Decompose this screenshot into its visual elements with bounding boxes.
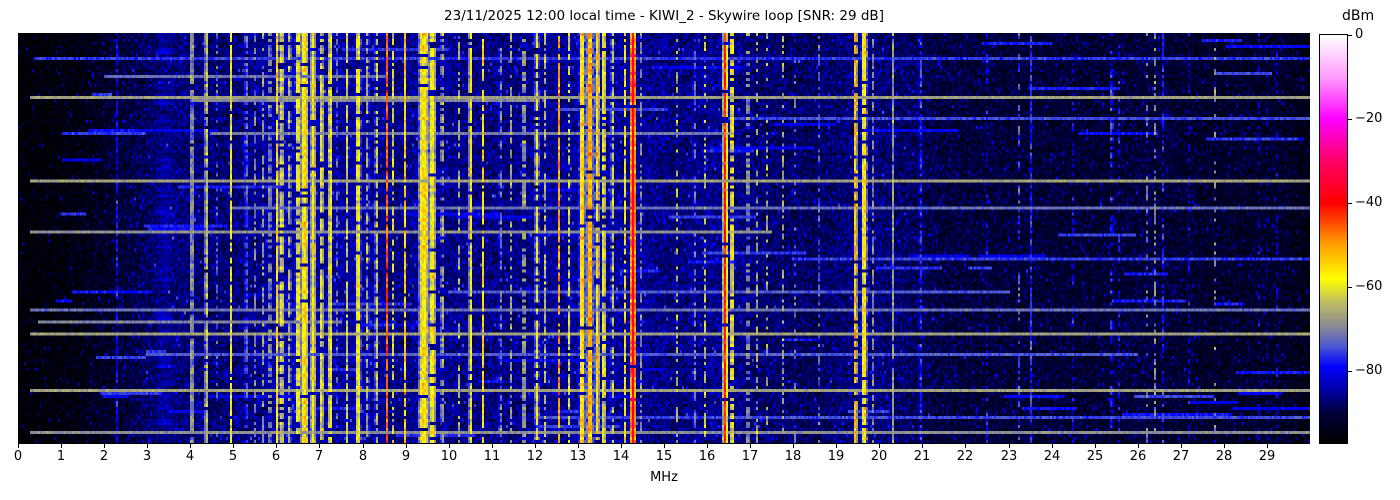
x-tick-label: 29 xyxy=(1258,449,1276,464)
x-tick-label: 1 xyxy=(56,449,66,464)
x-tick-mark xyxy=(921,444,923,448)
x-tick-mark xyxy=(1094,444,1096,448)
x-tick-mark xyxy=(146,444,148,448)
colorbar-tick-mark xyxy=(1348,202,1352,204)
x-tick-label: 17 xyxy=(741,449,759,464)
x-tick-mark xyxy=(491,444,493,448)
colorbar-frame xyxy=(1319,34,1348,444)
x-tick-label: 13 xyxy=(569,449,587,464)
x-tick-label: 11 xyxy=(483,449,501,464)
x-tick-label: 6 xyxy=(271,449,281,464)
x-tick-label: 27 xyxy=(1172,449,1190,464)
colorbar-gradient xyxy=(1320,35,1347,443)
x-tick-mark xyxy=(448,444,450,448)
spectrogram-canvas xyxy=(18,33,1310,443)
x-tick-mark xyxy=(17,444,19,448)
x-tick-label: 2 xyxy=(99,449,109,464)
x-tick-label: 18 xyxy=(784,449,802,464)
x-tick-mark xyxy=(1266,444,1268,448)
colorbar-tick-label: −60 xyxy=(1355,279,1383,294)
x-tick-label: 19 xyxy=(827,449,845,464)
x-tick-label: 24 xyxy=(1043,449,1061,464)
x-tick-label: 3 xyxy=(142,449,152,464)
x-tick-mark xyxy=(189,444,191,448)
colorbar-unit-label: dBm xyxy=(1342,8,1375,24)
x-tick-mark xyxy=(1180,444,1182,448)
x-tick-label: 20 xyxy=(870,449,888,464)
x-tick-mark xyxy=(835,444,837,448)
colorbar-tick-label: −80 xyxy=(1355,363,1383,378)
x-tick-mark xyxy=(1223,444,1225,448)
colorbar-tick-mark xyxy=(1348,118,1352,120)
x-tick-label: 0 xyxy=(13,449,23,464)
colorbar-tick-label: 0 xyxy=(1355,27,1364,42)
chart-title: 23/11/2025 12:00 local time - KIWI_2 - S… xyxy=(444,8,884,24)
x-tick-label: 4 xyxy=(185,449,195,464)
x-tick-label: 14 xyxy=(612,449,630,464)
x-tick-mark xyxy=(103,444,105,448)
x-tick-mark xyxy=(534,444,536,448)
x-tick-label: 23 xyxy=(1000,449,1018,464)
x-tick-label: 12 xyxy=(526,449,544,464)
x-tick-mark xyxy=(663,444,665,448)
x-tick-mark xyxy=(792,444,794,448)
x-tick-mark xyxy=(232,444,234,448)
x-tick-label: 9 xyxy=(401,449,411,464)
x-tick-mark xyxy=(362,444,364,448)
colorbar-tick-mark xyxy=(1348,286,1352,288)
x-tick-label: 25 xyxy=(1086,449,1104,464)
x-tick-mark xyxy=(60,444,62,448)
x-tick-label: 21 xyxy=(913,449,931,464)
x-tick-mark xyxy=(1008,444,1010,448)
x-tick-label: 26 xyxy=(1129,449,1147,464)
colorbar-tick-label: −40 xyxy=(1355,195,1383,210)
colorbar-tick-label: −20 xyxy=(1355,111,1383,126)
x-tick-mark xyxy=(964,444,966,448)
colorbar-tick-mark xyxy=(1348,34,1352,36)
x-axis-label: MHz xyxy=(650,470,678,485)
x-tick-label: 28 xyxy=(1215,449,1233,464)
x-tick-label: 5 xyxy=(228,449,238,464)
x-tick-mark xyxy=(1051,444,1053,448)
x-tick-mark xyxy=(878,444,880,448)
x-tick-mark xyxy=(577,444,579,448)
x-tick-label: 8 xyxy=(358,449,368,464)
x-tick-mark xyxy=(620,444,622,448)
x-tick-label: 10 xyxy=(440,449,458,464)
x-tick-label: 15 xyxy=(655,449,673,464)
x-tick-mark xyxy=(706,444,708,448)
x-tick-label: 7 xyxy=(314,449,324,464)
x-tick-label: 16 xyxy=(698,449,716,464)
spectrogram-figure: 23/11/2025 12:00 local time - KIWI_2 - S… xyxy=(0,0,1400,500)
x-tick-mark xyxy=(405,444,407,448)
x-tick-label: 22 xyxy=(956,449,974,464)
x-tick-mark xyxy=(275,444,277,448)
colorbar-tick-mark xyxy=(1348,370,1352,372)
x-tick-mark xyxy=(1137,444,1139,448)
x-tick-mark xyxy=(318,444,320,448)
x-tick-mark xyxy=(749,444,751,448)
